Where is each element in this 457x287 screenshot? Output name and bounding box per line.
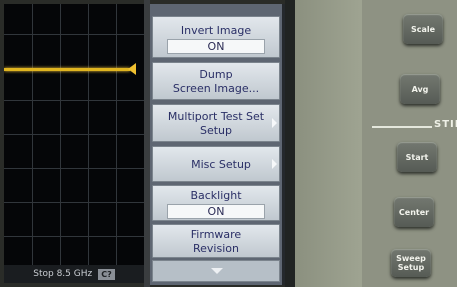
multiport-test-set-setup-softkey[interactable]: Multiport Test Set Setup xyxy=(152,104,280,142)
grid-line xyxy=(4,34,144,35)
stim-group-divider xyxy=(372,126,432,128)
grid-line xyxy=(4,202,144,203)
stim-group-label: STIM xyxy=(434,119,457,130)
stop-frequency: Stop 8.5 GHz xyxy=(33,269,93,279)
firmware-revision-softkey[interactable]: Firmware Revision xyxy=(152,224,280,258)
trace-display: Stop 8.5 GHz C? xyxy=(4,4,146,283)
status-bar: Stop 8.5 GHz C? xyxy=(4,265,144,283)
chevron-down-icon xyxy=(211,268,223,274)
softkey-label: Revision xyxy=(193,242,239,255)
softkey-label: Multiport Test Set xyxy=(167,110,265,123)
measurement-trace xyxy=(4,68,130,71)
invert-image-value: ON xyxy=(167,39,265,54)
invert-image-softkey[interactable]: Invert Image ON xyxy=(152,16,280,58)
softkey-label: Invert Image xyxy=(180,24,252,37)
grid-line xyxy=(4,236,144,237)
status-badge: C? xyxy=(98,268,115,280)
panel-divider xyxy=(285,0,295,287)
submenu-arrow-icon xyxy=(272,118,277,128)
start-hardkey[interactable]: Start xyxy=(397,142,437,172)
backlight-value: ON xyxy=(167,204,265,219)
sweep-setup-hardkey[interactable]: Sweep Setup xyxy=(391,249,431,277)
menu-scroll-down-button[interactable] xyxy=(152,260,280,282)
softkey-label: Misc Setup xyxy=(191,158,251,171)
softkey-label: Backlight xyxy=(190,189,242,202)
submenu-arrow-icon xyxy=(272,159,277,169)
softkey-label: Screen Image... xyxy=(172,82,260,95)
misc-setup-softkey[interactable]: Misc Setup xyxy=(152,146,280,182)
softkey-menu: Invert Image ON Dump Screen Image... Mul… xyxy=(150,4,285,285)
scale-hardkey[interactable]: Scale xyxy=(403,14,443,44)
grid-line xyxy=(4,134,144,135)
grid-line xyxy=(4,100,144,101)
softkey-label: Firmware xyxy=(190,228,242,241)
avg-hardkey[interactable]: Avg xyxy=(400,74,440,104)
grid-line xyxy=(4,168,144,169)
center-hardkey[interactable]: Center xyxy=(394,197,434,227)
backlight-softkey[interactable]: Backlight ON xyxy=(152,185,280,221)
reference-marker-icon xyxy=(128,63,136,75)
softkey-label: Setup xyxy=(199,124,233,137)
dump-screen-image-softkey[interactable]: Dump Screen Image... xyxy=(152,62,280,100)
softkey-label: Dump xyxy=(199,68,233,81)
